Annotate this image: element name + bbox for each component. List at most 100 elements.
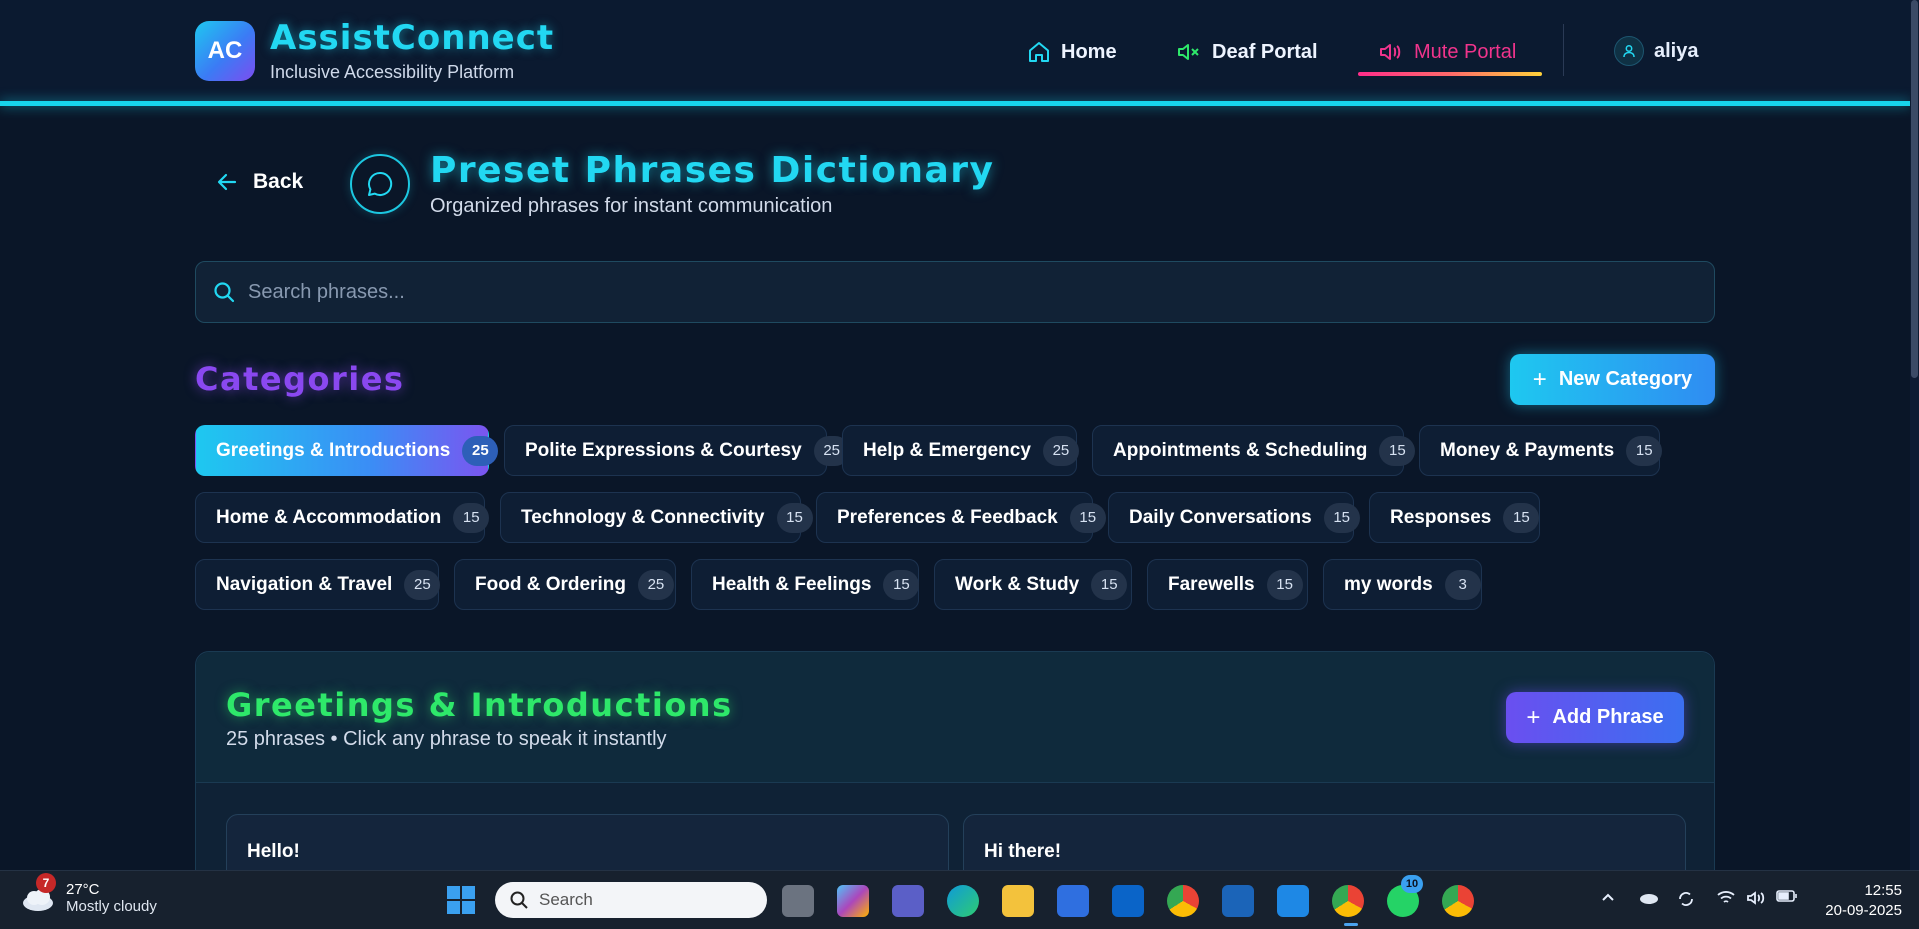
add-phrase-button[interactable]: + Add Phrase (1506, 692, 1684, 743)
category-chip-my-words[interactable]: my words 3 (1323, 559, 1482, 610)
temperature: 27°C (66, 881, 100, 898)
category-count: 15 (1091, 569, 1128, 600)
phrase-card[interactable]: Hi there! (963, 814, 1686, 870)
category-chip-food[interactable]: Food & Ordering 25 (454, 559, 676, 610)
category-chip-health[interactable]: Health & Feelings 15 (691, 559, 920, 610)
category-chip-preferences[interactable]: Preferences & Feedback 15 (816, 492, 1106, 543)
edge-icon[interactable] (947, 885, 979, 917)
outlook-icon[interactable] (1112, 885, 1144, 917)
category-label: Farewells (1168, 573, 1255, 595)
nav-mute-label: Mute Portal (1414, 40, 1517, 63)
clock-date: 20-09-2025 (1825, 902, 1902, 919)
chevron-up-icon[interactable] (1600, 889, 1616, 910)
category-label: Technology & Connectivity (521, 506, 765, 528)
phrases-panel-header: Greetings & Introductions 25 phrases • C… (196, 652, 1714, 783)
category-chip-work[interactable]: Work & Study 15 (934, 559, 1132, 610)
weather-badge: 7 (36, 873, 56, 893)
category-label: Daily Conversations (1129, 506, 1312, 528)
windows-taskbar: 7 27°C Mostly cloudy Search 10 12:55 20-… (0, 870, 1919, 929)
logo-text: AC (207, 37, 243, 64)
onedrive-icon[interactable] (1638, 889, 1660, 910)
file-explorer-icon[interactable] (1002, 885, 1034, 917)
page-scrollbar[interactable] (1910, 0, 1919, 870)
teams-icon[interactable] (892, 885, 924, 917)
brand-title: AssistConnect (270, 18, 555, 58)
phrase-card[interactable]: Hello! (226, 814, 949, 870)
category-chip-greetings[interactable]: Greetings & Introductions 25 (195, 425, 499, 476)
sync-icon[interactable] (1676, 889, 1696, 914)
back-button[interactable]: Back (215, 170, 303, 194)
category-count: 15 (776, 502, 813, 533)
nav-divider (1563, 24, 1564, 76)
category-chip-responses[interactable]: Responses 15 (1369, 492, 1540, 543)
nav-mute-portal[interactable]: Mute Portal (1358, 30, 1542, 76)
brand-subtitle: Inclusive Accessibility Platform (270, 62, 515, 82)
new-category-button[interactable]: + New Category (1510, 354, 1715, 405)
windows-start-icon[interactable] (446, 885, 478, 917)
search-icon (509, 890, 529, 910)
category-chip-home[interactable]: Home & Accommodation 15 (195, 492, 490, 543)
category-count: 15 (883, 569, 920, 600)
category-chip-appointments[interactable]: Appointments & Scheduling 15 (1092, 425, 1416, 476)
vscode-icon[interactable] (1277, 885, 1309, 917)
category-count: 25 (462, 435, 499, 466)
taskbar-search-label: Search (539, 890, 593, 909)
category-label: Appointments & Scheduling (1113, 439, 1368, 461)
selected-category-subtitle: 25 phrases • Click any phrase to speak i… (226, 728, 667, 750)
chrome-profile-icon[interactable] (1332, 885, 1364, 917)
microsoft-store-icon[interactable] (1057, 885, 1089, 917)
new-category-label: New Category (1558, 368, 1693, 390)
chrome-icon[interactable] (1167, 885, 1199, 917)
category-chip-help[interactable]: Help & Emergency 25 (842, 425, 1079, 476)
system-clock[interactable]: 12:55 20-09-2025 (1812, 881, 1902, 921)
task-view-icon[interactable] (782, 885, 814, 917)
scrollbar-thumb[interactable] (1911, 0, 1918, 378)
search-icon (212, 280, 236, 304)
page-title: Preset Phrases Dictionary (430, 150, 995, 191)
chat-bubble-icon (350, 154, 410, 214)
user-name: aliya (1654, 39, 1699, 62)
copilot-icon[interactable] (837, 885, 869, 917)
category-label: Home & Accommodation (216, 506, 442, 528)
weather-widget[interactable]: 7 27°C Mostly cloudy (20, 873, 157, 915)
category-count: 15 (453, 502, 490, 533)
app-icon[interactable] (1222, 885, 1254, 917)
category-chip-daily[interactable]: Daily Conversations 15 (1108, 492, 1360, 543)
whatsapp-icon[interactable]: 10 (1387, 875, 1423, 917)
cloud-icon: 7 (20, 873, 56, 913)
category-chip-farewells[interactable]: Farewells 15 (1147, 559, 1308, 610)
speaker-icon[interactable] (1746, 889, 1766, 912)
page-subtitle: Organized phrases for instant communicat… (430, 195, 833, 217)
top-navbar: AC AssistConnect Inclusive Accessibility… (0, 0, 1910, 106)
add-phrase-label: Add Phrase (1552, 706, 1664, 728)
category-label: my words (1344, 573, 1433, 595)
nav-home[interactable]: Home (1027, 30, 1117, 74)
search-input[interactable] (248, 280, 1648, 304)
category-count: 25 (404, 569, 441, 600)
nav-deaf-portal[interactable]: Deaf Portal (1176, 30, 1318, 74)
category-label: Health & Feelings (712, 573, 872, 595)
user-avatar-icon (1614, 36, 1644, 66)
clock-time: 12:55 (1864, 882, 1902, 899)
wifi-icon[interactable] (1716, 889, 1736, 912)
category-chip-money[interactable]: Money & Payments 15 (1419, 425, 1663, 476)
category-chip-polite[interactable]: Polite Expressions & Courtesy 25 (504, 425, 850, 476)
home-icon (1027, 40, 1051, 64)
back-label: Back (253, 170, 304, 193)
category-count: 15 (1069, 502, 1106, 533)
selected-category-title: Greetings & Introductions (226, 686, 733, 724)
user-menu[interactable]: aliya (1614, 36, 1698, 66)
weather-condition: Mostly cloudy (66, 898, 157, 915)
logo[interactable]: AC (195, 21, 255, 81)
category-chip-navigation[interactable]: Navigation & Travel 25 (195, 559, 441, 610)
category-label: Work & Study (955, 573, 1080, 595)
category-label: Food & Ordering (475, 573, 626, 595)
category-count: 15 (1266, 569, 1303, 600)
category-count: 15 (1503, 502, 1540, 533)
phrases-panel: Greetings & Introductions 25 phrases • C… (195, 651, 1715, 870)
chrome-profile-2-icon[interactable] (1442, 885, 1474, 917)
phrase-text: Hello! (247, 841, 300, 862)
category-chip-technology[interactable]: Technology & Connectivity 15 (500, 492, 813, 543)
taskbar-search[interactable]: Search (495, 882, 767, 918)
battery-icon[interactable] (1776, 889, 1798, 908)
